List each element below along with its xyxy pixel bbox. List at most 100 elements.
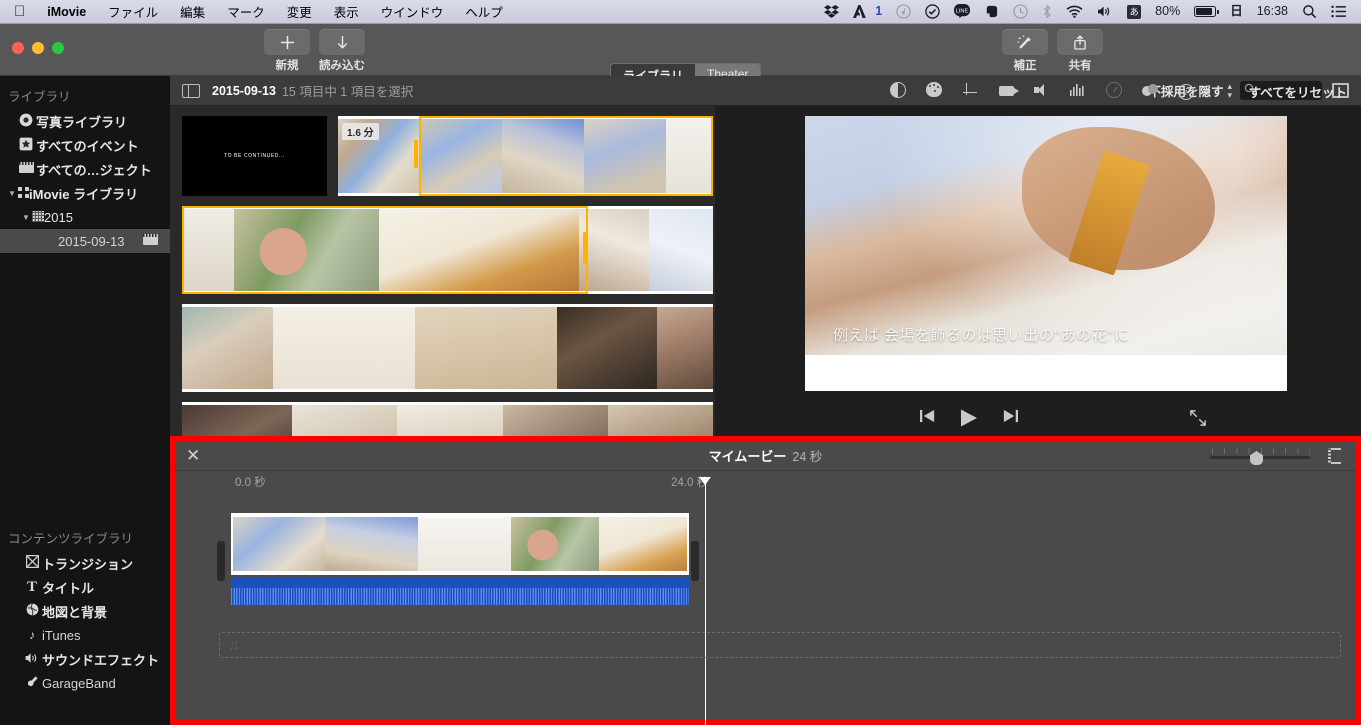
sidebar-item-label: すべてのイベント bbox=[36, 138, 139, 154]
info-icon[interactable]: i bbox=[1168, 83, 1204, 100]
globe-icon bbox=[22, 603, 42, 619]
viewer-panel: 例えば 会場を飾るのは思い出の"あの花"に bbox=[715, 106, 1361, 436]
speed-icon[interactable] bbox=[1096, 81, 1132, 101]
bluetooth-icon[interactable] bbox=[1035, 4, 1059, 19]
sidebar-item-all-projects[interactable]: すべての…ジェクト bbox=[0, 157, 170, 181]
battery-percent: 80% bbox=[1155, 4, 1181, 19]
disclosure-triangle-icon[interactable]: ▼ bbox=[20, 213, 32, 222]
sidebar-item-maps-backgrounds[interactable]: 地図と背景 bbox=[0, 599, 170, 623]
event-browser[interactable]: TO BE CONTINUED... 1.6 分 bbox=[170, 106, 715, 436]
sidebar-item-label: iMovie ライブラリ bbox=[29, 186, 139, 202]
stabilization-icon[interactable] bbox=[988, 84, 1024, 99]
sidebar-item-sound-effects[interactable]: サウンドエフェクト bbox=[0, 647, 170, 671]
notification-center-icon[interactable] bbox=[1324, 5, 1353, 18]
play-button[interactable] bbox=[958, 408, 980, 433]
browser-date-label: 2015-09-13 bbox=[212, 83, 276, 98]
audio-waveform bbox=[231, 587, 689, 605]
sidebar-item-photos-library[interactable]: 写真ライブラリ bbox=[0, 109, 170, 133]
apple-menu-icon[interactable]:  bbox=[0, 4, 36, 19]
input-source-icon[interactable]: あ bbox=[1120, 4, 1148, 19]
sidebar-item-itunes[interactable]: ♪ iTunes bbox=[0, 623, 170, 647]
timeline-panel[interactable]: ✕ マイムービー 24 秒 0.0 秒 24.0 秒 ♫ bbox=[170, 436, 1361, 725]
battery-icon[interactable] bbox=[1187, 6, 1223, 17]
thumb bbox=[557, 307, 657, 389]
disclosure-triangle-icon[interactable]: ▼ bbox=[6, 189, 18, 198]
menu-item-modify[interactable]: 変更 bbox=[276, 2, 323, 21]
audio-clip[interactable] bbox=[231, 577, 689, 605]
reset-all-button[interactable]: すべてをリセット bbox=[1249, 82, 1347, 101]
sidebar-item-label: 2015 bbox=[44, 209, 73, 225]
sidebar-item-event-2015-09-13[interactable]: 2015-09-13 bbox=[0, 229, 170, 253]
sidebar-item-all-events[interactable]: すべてのイベント bbox=[0, 133, 170, 157]
close-window-button[interactable] bbox=[12, 42, 24, 54]
volume-icon[interactable] bbox=[1024, 83, 1060, 99]
crop-icon[interactable] bbox=[952, 82, 988, 100]
thumb bbox=[657, 307, 713, 389]
import-button[interactable]: 読み込む bbox=[319, 29, 365, 73]
menu-item-mark[interactable]: マーク bbox=[216, 2, 276, 21]
enhance-button[interactable]: 補正 bbox=[1002, 29, 1048, 73]
sidebar-item-year-2015[interactable]: ▼ 2015 bbox=[0, 205, 170, 229]
sidebar-item-garageband[interactable]: GarageBand bbox=[0, 671, 170, 695]
date-indicator: 日 bbox=[1230, 4, 1243, 19]
timeline-zoom-slider[interactable] bbox=[1210, 448, 1310, 465]
sidebar-item-titles[interactable]: T タイトル bbox=[0, 575, 170, 599]
line-icon[interactable]: LINE bbox=[947, 4, 977, 19]
noise-reduction-icon[interactable] bbox=[1060, 83, 1096, 99]
thumb bbox=[292, 405, 397, 436]
color-correction-icon[interactable] bbox=[916, 82, 952, 100]
thumb bbox=[599, 517, 687, 571]
browser-clip-5[interactable] bbox=[182, 402, 713, 436]
thumb bbox=[608, 405, 713, 436]
browser-clip-4[interactable] bbox=[182, 304, 713, 392]
spotlight-search-icon[interactable] bbox=[1295, 4, 1324, 19]
sidebar-item-transitions[interactable]: トランジション bbox=[0, 551, 170, 575]
clip-trim-handle-right[interactable] bbox=[691, 541, 699, 581]
browser-clip-2[interactable]: 1.6 分 bbox=[338, 116, 713, 196]
music-note-icon: ♫ bbox=[228, 636, 240, 654]
volume-icon[interactable] bbox=[1090, 5, 1120, 18]
video-clip[interactable] bbox=[231, 513, 689, 575]
clip-filter-icon[interactable] bbox=[1132, 83, 1168, 99]
evernote-icon[interactable] bbox=[977, 4, 1006, 19]
menu-item-help[interactable]: ヘルプ bbox=[454, 2, 514, 21]
dropbox-icon[interactable] bbox=[817, 4, 846, 19]
skip-to-start-button[interactable] bbox=[919, 408, 937, 429]
minimize-window-button[interactable] bbox=[32, 42, 44, 54]
clock-time[interactable]: 16:38 bbox=[1250, 5, 1295, 18]
menu-item-view[interactable]: 表示 bbox=[323, 2, 370, 21]
download-arrow-icon bbox=[319, 29, 365, 55]
menu-item-window[interactable]: ウインドウ bbox=[370, 2, 455, 21]
share-button[interactable]: 共有 bbox=[1057, 29, 1103, 73]
timeline-filmstrip-settings-icon[interactable] bbox=[1328, 448, 1344, 464]
menubar-status-area: 1 LINE あ 80% 日 16:38 bbox=[817, 4, 1361, 19]
clip-trim-handle-left[interactable] bbox=[217, 541, 225, 581]
dropbox-alt-icon[interactable] bbox=[889, 4, 918, 19]
adobe-icon[interactable] bbox=[846, 5, 874, 18]
check-circle-icon[interactable] bbox=[918, 4, 947, 19]
fullscreen-button[interactable] bbox=[1188, 408, 1208, 433]
wifi-icon[interactable] bbox=[1059, 5, 1090, 18]
browser-selection-count: 15 項目中 1 項目を選択 bbox=[281, 85, 414, 99]
project-duration: 24 秒 bbox=[792, 450, 823, 464]
sidebar-content-header: コンテンツライブラリ bbox=[8, 532, 134, 546]
sidebar-item-label: GarageBand bbox=[42, 675, 116, 691]
menu-item-edit[interactable]: 編集 bbox=[169, 2, 216, 21]
timeline-body[interactable]: ♫ bbox=[175, 492, 1356, 720]
skip-to-end-button[interactable] bbox=[1001, 408, 1019, 429]
color-balance-icon[interactable] bbox=[880, 81, 916, 101]
timeline-ruler[interactable]: 0.0 秒 24.0 秒 bbox=[175, 472, 1356, 492]
sidebar-item-imovie-library[interactable]: ▼ iMovie ライブラリ bbox=[0, 181, 170, 205]
thumb bbox=[273, 307, 415, 389]
new-button[interactable]: 新規 bbox=[264, 29, 310, 73]
sidebar-toggle-icon[interactable] bbox=[182, 83, 200, 98]
music-dropzone[interactable]: ♫ bbox=[219, 632, 1341, 658]
time-machine-icon[interactable] bbox=[1006, 4, 1035, 19]
browser-clip-3[interactable] bbox=[182, 206, 713, 294]
menu-item-file[interactable]: ファイル bbox=[97, 2, 169, 21]
menu-item-imovie[interactable]: iMovie bbox=[36, 5, 97, 19]
video-preview[interactable]: 例えば 会場を飾るのは思い出の"あの花"に bbox=[805, 116, 1287, 391]
window-traffic-lights bbox=[12, 42, 64, 54]
browser-clip-1[interactable]: TO BE CONTINUED... bbox=[182, 116, 327, 196]
maximize-window-button[interactable] bbox=[52, 42, 64, 54]
